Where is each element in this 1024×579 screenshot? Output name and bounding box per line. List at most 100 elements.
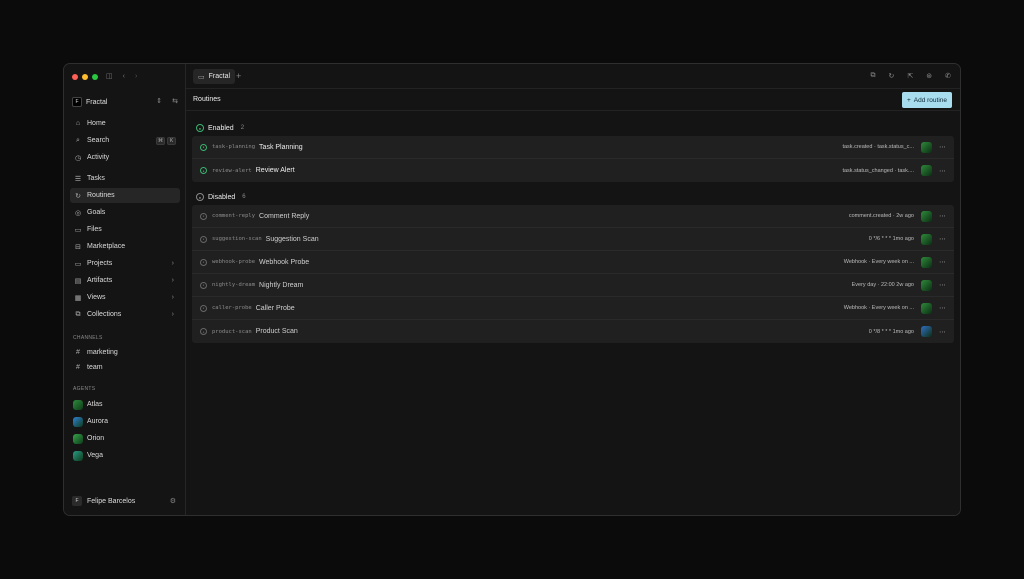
more-options-icon[interactable]: ⋯ <box>939 304 946 312</box>
sidebar-item-views[interactable]: ▦ Views › <box>70 290 180 305</box>
channel-label: marketing <box>87 349 118 356</box>
status-icon: ● <box>200 143 207 151</box>
channel-label: team <box>87 364 103 371</box>
more-options-icon[interactable]: ⋯ <box>939 235 946 243</box>
routine-row-nightly-dream[interactable]: ● nightly-dream Nightly Dream Every day · 2… <box>192 274 954 297</box>
enabled-routines-list: ● task-planning Task Planning task.created … <box>192 136 954 182</box>
refresh-icon[interactable]: ↻ <box>889 72 895 80</box>
routine-slug: review-alert <box>212 167 252 174</box>
plus-icon: + <box>906 96 911 104</box>
hash-icon: # <box>76 364 80 371</box>
routine-slug: nightly-dream <box>212 282 256 288</box>
tab-fractal[interactable]: ▭ Fractal <box>193 69 236 84</box>
sidebar-item-artifacts[interactable]: ▤ Artifacts › <box>70 273 180 288</box>
new-tab-icon[interactable]: + <box>236 71 241 81</box>
routine-row-comment-reply[interactable]: ● comment-reply Comment Reply comment.creat… <box>192 205 954 228</box>
sidebar-item-search[interactable]: ⌕ Search ⌘ K <box>70 133 180 148</box>
sidebar-item-label: Routines <box>87 192 115 199</box>
shortcut-key: ⌘ <box>156 136 165 145</box>
agent-item-vega[interactable]: Vega <box>70 447 180 464</box>
enabled-group-header[interactable]: ● Enabled 2 <box>196 124 244 132</box>
gear-icon[interactable]: ⚙ <box>170 497 176 505</box>
user-name: Felipe Barcelos <box>87 497 136 505</box>
chevron-right-icon[interactable]: › <box>172 277 174 284</box>
tab-label: Fractal <box>208 73 231 80</box>
agent-item-atlas[interactable]: Atlas <box>70 396 180 413</box>
sidebar-item-routines[interactable]: ↻ Routines <box>70 188 180 203</box>
share-icon[interactable]: ⇱ <box>907 72 913 80</box>
agent-item-aurora[interactable]: Aurora <box>70 413 180 430</box>
more-options-icon[interactable]: ⋯ <box>939 281 946 289</box>
agent-avatar <box>921 279 932 291</box>
workspace-name: Fractal <box>86 98 108 106</box>
routine-name: Nightly Dream <box>259 281 304 289</box>
sidebar-toggle-icon[interactable]: ◫ <box>106 73 113 80</box>
more-options-icon[interactable]: ⋯ <box>939 328 946 336</box>
minimize-window-button[interactable] <box>82 73 88 80</box>
settings-icon[interactable]: ⊛ <box>926 72 932 80</box>
routine-row-task-planning[interactable]: ● task-planning Task Planning task.created … <box>192 136 954 159</box>
sidebar-item-collections[interactable]: ⧉ Collections › <box>70 307 180 322</box>
split-icon[interactable]: ⧉ <box>871 72 876 80</box>
chevron-right-icon[interactable]: › <box>172 260 174 267</box>
sidebar-item-projects[interactable]: ▭ Projects › <box>70 256 180 271</box>
disabled-group-header[interactable]: ● Disabled 6 <box>196 193 246 201</box>
sidebar-item-goals[interactable]: ◎ Goals <box>70 205 180 220</box>
agent-label: Vega <box>87 452 103 459</box>
more-options-icon[interactable]: ⋯ <box>939 258 946 266</box>
workspace-logo: F <box>72 97 82 107</box>
sidebar-item-tasks[interactable]: ☰ Tasks <box>70 171 180 186</box>
views-icon: ▦ <box>74 294 82 302</box>
chevron-right-icon[interactable]: › <box>172 294 174 301</box>
routine-slug: webhook-probe <box>212 259 256 265</box>
routine-row-suggestion-scan[interactable]: ● suggestion-scan Suggestion Scan 0 */6 * *… <box>192 228 954 251</box>
routines-icon: ↻ <box>75 192 81 200</box>
sidebar-item-label: Tasks <box>87 175 105 182</box>
workspace-switcher[interactable]: F Fractal ⇕ ⇆ <box>72 96 178 108</box>
forward-icon[interactable]: › <box>135 73 137 80</box>
home-icon: ⌂ <box>75 120 81 127</box>
search-icon: ⌕ <box>76 136 80 144</box>
chevron-right-icon[interactable]: › <box>172 311 174 318</box>
agent-label: Orion <box>87 435 105 442</box>
sidebar-item-home[interactable]: ⌂ Home <box>70 116 180 131</box>
main-panel: ▭ Fractal + ⧉ ↻ ⇱ ⊛ ✆ Routines + Add rou… <box>186 64 960 515</box>
shortcut-hint: ⌘ K <box>156 136 176 145</box>
app-window: ◫ ‹ › F Fractal ⇕ ⇆ ⌂ Home ⌕ Search ⌘ K ◷ Activ… <box>63 63 961 516</box>
swap-icon[interactable]: ⇆ <box>172 97 178 105</box>
sidebar-item-marketplace[interactable]: ⊟ Marketplace <box>70 239 180 254</box>
more-options-icon[interactable]: ⋯ <box>939 167 946 175</box>
add-routine-button[interactable]: + Add routine <box>901 92 952 108</box>
routine-trigger-meta: 0 */6 * * * 1mo ago <box>868 236 914 242</box>
phone-icon[interactable]: ✆ <box>945 72 951 80</box>
sidebar-item-label: Views <box>87 294 106 301</box>
more-options-icon[interactable]: ⋯ <box>939 212 946 220</box>
sidebar-item-activity[interactable]: ◷ Activity <box>70 150 180 165</box>
sidebar-item-label: Search <box>87 137 110 144</box>
routine-row-webhook-probe[interactable]: ● webhook-probe Webhook Probe Webhook · Eve… <box>192 251 954 274</box>
agent-item-orion[interactable]: Orion <box>70 430 180 447</box>
routine-row-product-scan[interactable]: ● product-scan Product Scan 0 */8 * * * 1mo… <box>192 320 954 343</box>
enabled-status-icon: ● <box>196 124 204 132</box>
routine-name: Review Alert <box>255 167 295 174</box>
goals-icon: ◎ <box>74 209 82 217</box>
more-options-icon[interactable]: ⋯ <box>939 143 946 151</box>
page-header: Routines + Add routine <box>186 89 960 111</box>
user-profile[interactable]: F Felipe Barcelos ⚙ <box>72 495 178 507</box>
routine-row-caller-probe[interactable]: ● caller-probe Caller Probe Webhook · Every… <box>192 297 954 320</box>
sidebar-item-files[interactable]: ▭ Files <box>70 222 180 237</box>
main-nav: ⌂ Home ⌕ Search ⌘ K ◷ Activity ☰ Tasks ↻ Routines ◎ G… <box>70 116 180 324</box>
routine-trigger-meta: 0 */8 * * * 1mo ago <box>868 328 914 335</box>
folder-icon: ▭ <box>74 260 82 268</box>
sidebar-item-label: Projects <box>87 260 113 267</box>
chevron-updown-icon[interactable]: ⇕ <box>156 97 162 105</box>
close-window-button[interactable] <box>72 73 78 80</box>
sidebar: ◫ ‹ › F Fractal ⇕ ⇆ ⌂ Home ⌕ Search ⌘ K ◷ Activ… <box>64 64 186 515</box>
status-icon: ● <box>200 304 207 312</box>
back-icon[interactable]: ‹ <box>123 73 125 80</box>
routine-row-review-alert[interactable]: ● review-alert Review Alert task.status_cha… <box>192 159 954 182</box>
channel-item-marketing[interactable]: # marketing <box>70 345 180 360</box>
maximize-window-button[interactable] <box>92 73 98 80</box>
channel-item-team[interactable]: # team <box>70 360 180 375</box>
sidebar-item-label: Marketplace <box>87 243 126 250</box>
